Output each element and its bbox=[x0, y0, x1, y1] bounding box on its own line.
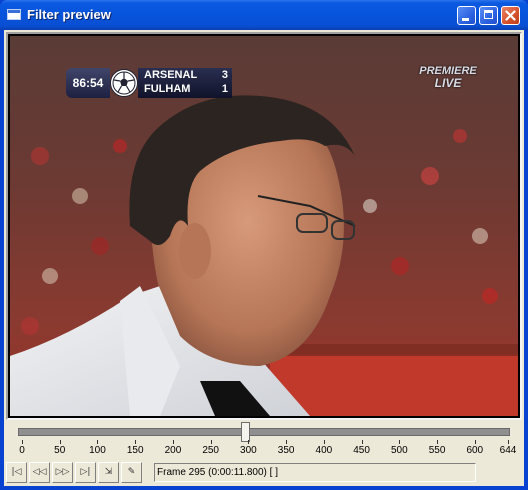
timeline-tick bbox=[210, 440, 212, 444]
timeline-tick bbox=[172, 440, 174, 444]
frame-status: Frame 295 (0:00:11.800) [ ] bbox=[154, 463, 476, 482]
timeline-tick-label: 250 bbox=[202, 445, 219, 456]
timeline-thumb[interactable] bbox=[240, 422, 250, 442]
timeline-tick bbox=[399, 440, 401, 444]
next-keyframe-icon: ▷▷ bbox=[55, 467, 70, 477]
go-to-frame-icon: ⇲ bbox=[104, 467, 113, 477]
maximize-icon bbox=[484, 10, 493, 19]
timeline-tick-label: 350 bbox=[277, 445, 295, 456]
timeline-tick-label: 500 bbox=[390, 445, 408, 456]
previous-keyframe-icon: ◁◁ bbox=[32, 467, 47, 477]
filter-preview-window: Filter preview 86:54 ARSENAL 3 FULHAM 1 … bbox=[0, 0, 528, 490]
timeline-tick-label: 550 bbox=[428, 445, 446, 456]
maximize-button[interactable] bbox=[479, 6, 498, 25]
timeline-tick-label: 0 bbox=[19, 445, 25, 456]
timeline-tick bbox=[286, 440, 288, 444]
timeline-tick-label: 600 bbox=[466, 445, 484, 456]
go-to-start-icon: |◁ bbox=[11, 467, 22, 477]
timeline-tick bbox=[248, 440, 250, 444]
timeline-tick-label: 200 bbox=[164, 445, 182, 456]
video-frame: 86:54 ARSENAL 3 FULHAM 1 PREMIERE LIVE bbox=[6, 32, 522, 420]
away-team-name: FULHAM bbox=[144, 83, 191, 95]
timeline-tick bbox=[474, 440, 476, 444]
close-icon bbox=[505, 10, 516, 21]
timeline-tick bbox=[323, 440, 325, 444]
go-to-start-button[interactable]: |◁ bbox=[6, 462, 27, 483]
timeline-tick-label: 644 bbox=[499, 445, 517, 456]
previous-keyframe-button[interactable]: ◁◁ bbox=[29, 462, 50, 483]
timeline-tick bbox=[437, 440, 439, 444]
go-to-end-button[interactable]: ▷| bbox=[75, 462, 96, 483]
minimize-icon bbox=[462, 18, 469, 21]
timeline-tick bbox=[97, 440, 99, 444]
next-keyframe-button[interactable]: ▷▷ bbox=[52, 462, 73, 483]
timeline-tick-label: 300 bbox=[240, 445, 257, 456]
go-to-frame-button[interactable]: ⇲ bbox=[98, 462, 119, 483]
mark-frame-icon: ✎ bbox=[127, 467, 136, 477]
timeline-tick bbox=[59, 440, 61, 444]
playback-toolbar: Frame 295 (0:00:11.800) [ ] |◁ ◁◁ ▷▷ ▷| ⇲ ✎ bbox=[4, 462, 524, 484]
minimize-button[interactable] bbox=[457, 6, 476, 25]
broadcaster-logo: PREMIERE LIVE bbox=[408, 66, 488, 90]
match-clock: 86:54 bbox=[66, 68, 110, 98]
timeline-tick bbox=[361, 440, 363, 444]
score-panel: ARSENAL 3 FULHAM 1 bbox=[138, 68, 232, 98]
timeline-tick-label: 50 bbox=[54, 445, 66, 456]
timeline-tick-labels: 0 50 100 150 200 250 300 350 400 450 500 550 600 644 bbox=[4, 445, 524, 459]
timeline-tick-label: 400 bbox=[315, 445, 333, 456]
home-team-score: 3 bbox=[221, 69, 228, 81]
score-bug: 86:54 ARSENAL 3 FULHAM 1 bbox=[66, 68, 232, 98]
timeline-tick bbox=[135, 440, 137, 444]
window-title: Filter preview bbox=[27, 7, 111, 22]
home-team-name: ARSENAL bbox=[144, 69, 198, 81]
timeline-tick-label: 100 bbox=[89, 445, 106, 456]
timeline-tick bbox=[22, 440, 23, 444]
broadcaster-live: LIVE bbox=[434, 76, 462, 90]
timeline-track[interactable] bbox=[18, 428, 510, 436]
timeline-tick bbox=[508, 440, 509, 444]
video-preview: 86:54 ARSENAL 3 FULHAM 1 PREMIERE LIVE bbox=[10, 36, 518, 416]
go-to-end-icon: ▷| bbox=[80, 467, 91, 477]
timeline-tick-label: 450 bbox=[353, 445, 370, 456]
window-icon bbox=[7, 9, 21, 20]
premier-league-logo bbox=[110, 69, 138, 97]
client-area: 86:54 ARSENAL 3 FULHAM 1 PREMIERE LIVE 0… bbox=[4, 30, 524, 486]
timeline-tick-label: 150 bbox=[126, 445, 144, 456]
title-bar[interactable]: Filter preview bbox=[0, 0, 528, 30]
football-icon bbox=[112, 71, 136, 95]
mark-frame-button[interactable]: ✎ bbox=[121, 462, 142, 483]
close-button[interactable] bbox=[501, 6, 520, 25]
away-team-score: 1 bbox=[221, 83, 228, 95]
